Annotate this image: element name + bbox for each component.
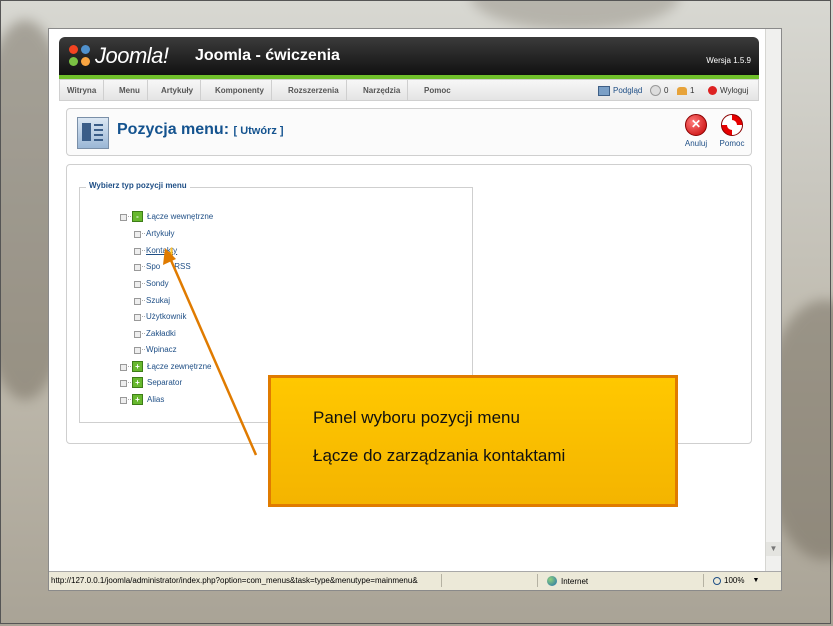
- slide-border: [0, 0, 831, 624]
